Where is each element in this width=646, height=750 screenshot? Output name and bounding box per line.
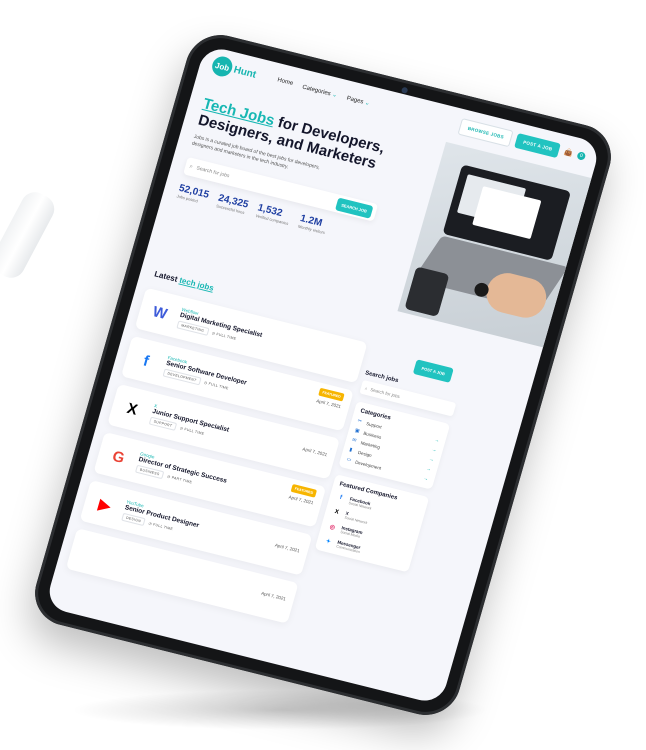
chevron-down-icon: ⌄ bbox=[331, 91, 338, 99]
category-label: Support bbox=[365, 420, 383, 430]
job-type-label: FULL TIME bbox=[183, 427, 205, 436]
company-logo-icon: W bbox=[145, 298, 175, 328]
job-type: ◷ FULL TIME bbox=[148, 521, 174, 532]
category-label: Design bbox=[357, 449, 373, 458]
category-label: Business bbox=[362, 430, 383, 440]
stat-monthly-visitors: 1.2M Monthly visitors bbox=[297, 213, 328, 235]
search-job-button[interactable]: SEARCH JOB bbox=[334, 196, 374, 219]
stat-jobs-posted: 52,015 Jobs posted bbox=[176, 183, 210, 206]
company-icon: X bbox=[333, 509, 340, 516]
latest-jobs-heading: Latest tech jobs bbox=[153, 269, 215, 292]
nav-pages[interactable]: Pages ⌄ bbox=[345, 94, 371, 107]
job-type: ◷ FULL TIME bbox=[211, 330, 237, 341]
company-text: Instagram Social Media bbox=[340, 525, 363, 539]
sidebar-search-placeholder: Search for jobs bbox=[369, 386, 401, 399]
featured-companies-card: Featured Companies f Facebook Social Netwo… bbox=[314, 474, 430, 573]
brand-logo[interactable]: Job Hunt bbox=[209, 54, 259, 84]
logo-word: Hunt bbox=[232, 64, 258, 81]
company-text: Facebook Social Network bbox=[348, 496, 373, 510]
search-icon: ⌕ bbox=[188, 163, 194, 170]
pencil-object bbox=[0, 187, 60, 283]
categories-card: Categories ✂ Support → ▣ Business → ✉ Marketing… bbox=[338, 401, 451, 490]
job-type: ◷ PART TIME bbox=[166, 474, 193, 485]
search-icon: ⌕ bbox=[364, 385, 369, 391]
nav-categories-label: Categories bbox=[301, 84, 332, 97]
category-icon: ▭ bbox=[345, 456, 353, 464]
chevron-down-icon: ⌄ bbox=[364, 99, 371, 107]
arrow-right-icon: → bbox=[430, 446, 438, 454]
job-list: W Webflow Digital Marketing Specialist MARK… bbox=[64, 287, 368, 632]
post-job-button[interactable]: POST A JOB bbox=[514, 132, 562, 158]
hero-photo bbox=[397, 141, 592, 348]
stat-successful-hires: 24,325 Successful hires bbox=[216, 193, 250, 216]
nav-categories[interactable]: Categories ⌄ bbox=[302, 83, 339, 98]
company-text: Messenger Communication bbox=[336, 539, 362, 554]
company-logo-icon: f bbox=[131, 346, 162, 376]
job-type: ◷ FULL TIME bbox=[179, 426, 205, 436]
logo-mark: Job bbox=[209, 54, 235, 79]
job-date: April 7, 2021 bbox=[260, 590, 287, 602]
category-label: Development bbox=[354, 459, 382, 471]
stage: Job Hunt Home Categories ⌄ Pages ⌄ BROWS… bbox=[0, 0, 646, 750]
job-type-label: PART TIME bbox=[171, 475, 193, 485]
latest-prefix: Latest bbox=[153, 269, 181, 285]
job-type-label: FULL TIME bbox=[152, 522, 174, 532]
category-icon: ✉ bbox=[351, 437, 358, 444]
category-icon: ▮ bbox=[348, 446, 353, 454]
tablet-screen: Job Hunt Home Categories ⌄ Pages ⌄ BROWS… bbox=[44, 44, 602, 706]
arrow-right-icon: → bbox=[428, 456, 435, 464]
arrow-right-icon: → bbox=[433, 436, 441, 444]
category-icon: ▣ bbox=[354, 427, 361, 435]
nav-home[interactable]: Home bbox=[276, 77, 294, 88]
company-icon: ✦ bbox=[324, 538, 332, 546]
sidebar-post-job-button[interactable]: POST A JOB bbox=[412, 359, 454, 383]
company-icon: ◎ bbox=[328, 523, 336, 531]
phone-image bbox=[404, 266, 450, 317]
company-text: X Social Network bbox=[344, 510, 369, 524]
company-icon: f bbox=[338, 494, 343, 502]
category-icon: ✂ bbox=[356, 417, 363, 425]
nav-pages-label: Pages bbox=[345, 95, 365, 106]
tablet-device: Job Hunt Home Categories ⌄ Pages ⌄ BROWS… bbox=[27, 27, 619, 723]
arrow-right-icon: → bbox=[422, 475, 430, 483]
job-type-label: FULL TIME bbox=[208, 381, 230, 391]
latest-accent: tech jobs bbox=[178, 275, 215, 293]
company-logo-icon: X bbox=[117, 394, 148, 424]
cart-icon[interactable]: 👜 bbox=[563, 148, 574, 158]
job-type: ◷ FULL TIME bbox=[203, 380, 230, 391]
company-logo-icon: G bbox=[103, 442, 134, 472]
stat-verified-companies: 1,532 Verified companies bbox=[255, 202, 292, 226]
company-logo-icon: ▶ bbox=[89, 490, 120, 520]
browse-jobs-button[interactable]: BROWSE JOBS bbox=[457, 117, 515, 147]
arrow-right-icon: → bbox=[425, 465, 432, 473]
category-label: Marketing bbox=[360, 439, 381, 450]
app-window-image bbox=[472, 186, 542, 240]
cart-count-badge: 0 bbox=[576, 151, 587, 161]
job-type-label: FULL TIME bbox=[215, 332, 237, 341]
